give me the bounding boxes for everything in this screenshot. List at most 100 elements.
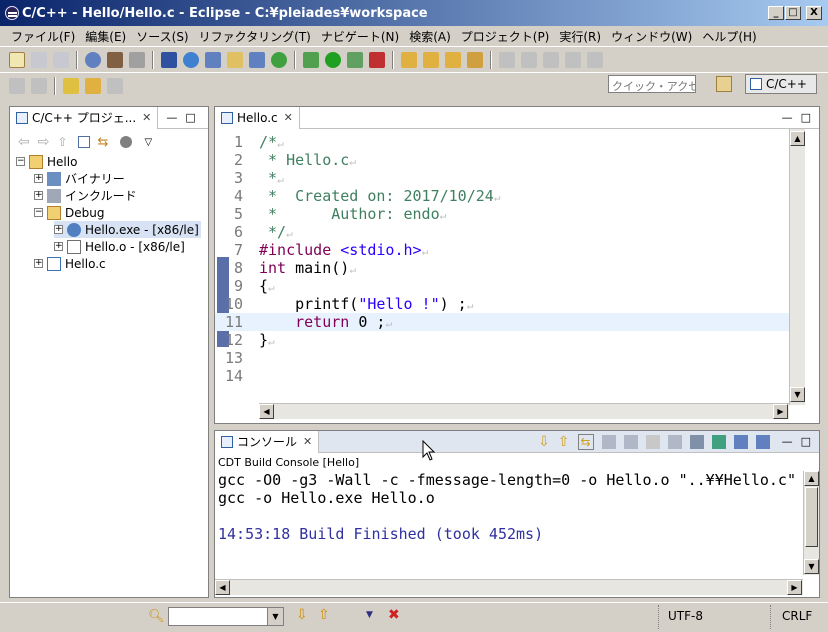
close-tab-icon[interactable]: ✕ <box>303 435 312 448</box>
code-area[interactable]: 1 /*↵ 2 * Hello.c↵ 3 *↵ 4 * Created on: 2… <box>215 129 803 405</box>
search-icon[interactable] <box>445 51 461 68</box>
scroll-up-icon[interactable]: ▲ <box>790 131 805 146</box>
menu-search[interactable]: 検索(A) <box>404 28 456 45</box>
save-all-icon[interactable] <box>53 51 69 68</box>
tab-project-explorer[interactable]: C/C++ プロジェ... ✕ <box>10 106 159 129</box>
close-find-icon[interactable]: ✖ <box>388 607 400 623</box>
collapse-icon[interactable]: − <box>16 157 25 166</box>
external-tools-icon[interactable] <box>369 51 385 68</box>
scroll-right-icon[interactable]: ▶ <box>773 404 788 419</box>
editor-vertical-scrollbar[interactable]: ▲ ▼ <box>789 129 805 405</box>
pin-console-icon[interactable] <box>623 434 638 449</box>
block-icon[interactable] <box>565 51 581 68</box>
minimize-view-icon[interactable]: — <box>166 111 177 124</box>
console-horizontal-scrollbar[interactable]: ◀ ▶ <box>215 579 803 595</box>
filters-icon[interactable] <box>120 136 133 148</box>
maximize-view-icon[interactable]: □ <box>185 111 195 124</box>
tab-console[interactable]: コンソール ✕ <box>215 430 320 453</box>
last-edit-icon[interactable] <box>63 77 79 94</box>
debug-settings-icon[interactable] <box>161 51 177 68</box>
maximize-button[interactable]: □ <box>785 6 801 20</box>
forward-arrow-icon[interactable]: ⇨ <box>38 134 50 150</box>
tree-item-hello-c[interactable]: + Hello.c <box>34 255 106 272</box>
editor-horizontal-scrollbar[interactable]: ◀ ▶ <box>259 403 789 419</box>
find-options-icon[interactable]: ▼ <box>366 610 373 620</box>
binary-icon[interactable] <box>129 51 145 68</box>
minimize-button[interactable]: _ <box>768 6 784 20</box>
tree-item-hello-o[interactable]: + Hello.o - [x86/le] <box>54 238 185 255</box>
target-icon[interactable] <box>85 51 101 68</box>
menu-navigate[interactable]: ナビゲート(N) <box>316 28 404 45</box>
close-tab-icon[interactable]: ✕ <box>142 111 151 124</box>
chevron-down-icon[interactable]: ▼ <box>267 608 283 625</box>
save-icon[interactable] <box>31 51 47 68</box>
menu-project[interactable]: プロジェクト(P) <box>456 28 555 45</box>
tab-hello-c[interactable]: Hello.c ✕ <box>215 106 300 129</box>
menu-window[interactable]: ウィンドウ(W) <box>606 28 697 45</box>
menu-help[interactable]: ヘルプ(H) <box>697 28 761 45</box>
perspective-cpp-button[interactable]: C/C++ <box>745 74 817 94</box>
scroll-left-icon[interactable]: ◀ <box>215 580 230 595</box>
open-console-icon[interactable] <box>711 434 726 449</box>
scroll-left-icon[interactable]: ◀ <box>259 404 274 419</box>
menu-source[interactable]: ソース(S) <box>131 28 193 45</box>
new-file-icon[interactable] <box>249 51 265 68</box>
quick-access-input[interactable]: クイック・アクセス <box>608 75 696 93</box>
collapse-icon[interactable]: − <box>34 208 43 217</box>
expand-icon[interactable]: + <box>34 259 43 268</box>
close-window-button[interactable]: X <box>806 6 822 20</box>
tree-item-hello-exe[interactable]: + Hello.exe - [x86/le] <box>54 221 201 238</box>
new-folder-icon[interactable] <box>227 51 243 68</box>
save-output-icon[interactable] <box>689 434 704 449</box>
new-class-icon[interactable] <box>205 51 221 68</box>
maximize-console-icon[interactable]: □ <box>801 435 811 448</box>
remove-launch-icon[interactable] <box>667 434 682 449</box>
new-console-icon[interactable] <box>755 434 770 449</box>
toggle-icon[interactable] <box>521 51 537 68</box>
gear-icon[interactable] <box>183 51 199 68</box>
display-console-icon[interactable] <box>733 434 748 449</box>
console-output[interactable]: gcc -O0 -g3 -Wall -c -fmessage-length=0 … <box>215 471 803 575</box>
find-icon[interactable]: 🔍︎ <box>148 609 165 624</box>
forward-icon[interactable] <box>107 77 123 94</box>
expand-icon[interactable]: + <box>54 242 63 251</box>
scroll-right-icon[interactable]: ▶ <box>787 580 802 595</box>
open-element-icon[interactable] <box>423 51 439 68</box>
link-editor-icon[interactable]: ⇆ <box>98 135 109 150</box>
run-icon[interactable] <box>325 51 341 68</box>
view-menu-icon[interactable]: ▽ <box>144 137 152 148</box>
scroll-down-icon[interactable]: ▼ <box>790 387 805 402</box>
expand-icon[interactable]: + <box>54 225 63 234</box>
open-type-icon[interactable] <box>401 51 417 68</box>
menu-run[interactable]: 実行(R) <box>554 28 606 45</box>
up-icon[interactable]: ⇧ <box>57 135 67 149</box>
prev-annotation-icon[interactable] <box>9 77 25 94</box>
tree-item-debug[interactable]: − Debug <box>34 204 104 221</box>
find-combo-input[interactable]: ▼ <box>168 607 284 626</box>
menu-edit[interactable]: 編集(E) <box>80 28 131 45</box>
minimize-editor-icon[interactable]: — <box>782 111 793 124</box>
mark-icon[interactable] <box>543 51 559 68</box>
console-vertical-scrollbar[interactable]: ▲ ▼ <box>803 471 819 575</box>
new-source-icon[interactable] <box>271 51 287 68</box>
scroll-lock-down-icon[interactable]: ⇩ <box>538 434 550 450</box>
pilcrow-icon[interactable] <box>587 51 603 68</box>
edit-icon[interactable] <box>499 51 515 68</box>
open-perspective-icon[interactable] <box>716 76 732 92</box>
menu-refactor[interactable]: リファクタリング(T) <box>194 28 316 45</box>
new-icon[interactable] <box>9 51 25 68</box>
menu-file[interactable]: ファイル(F) <box>6 28 80 45</box>
scroll-up-icon[interactable]: ▲ <box>804 471 819 486</box>
expand-icon[interactable]: + <box>34 191 43 200</box>
collapse-all-icon[interactable] <box>77 136 90 148</box>
next-annotation-icon[interactable] <box>31 77 47 94</box>
expand-icon[interactable]: + <box>34 174 43 183</box>
link-icon[interactable]: ⇆ <box>577 433 594 450</box>
scroll-thumb[interactable] <box>805 487 818 547</box>
tree-item-hello[interactable]: − Hello <box>16 153 77 170</box>
scroll-lock-up-icon[interactable]: ⇧ <box>558 434 570 450</box>
scroll-down-icon[interactable]: ▼ <box>804 559 819 574</box>
minimize-console-icon[interactable]: — <box>782 435 793 448</box>
maximize-editor-icon[interactable]: □ <box>801 111 811 124</box>
word-wrap-icon[interactable] <box>645 434 660 449</box>
